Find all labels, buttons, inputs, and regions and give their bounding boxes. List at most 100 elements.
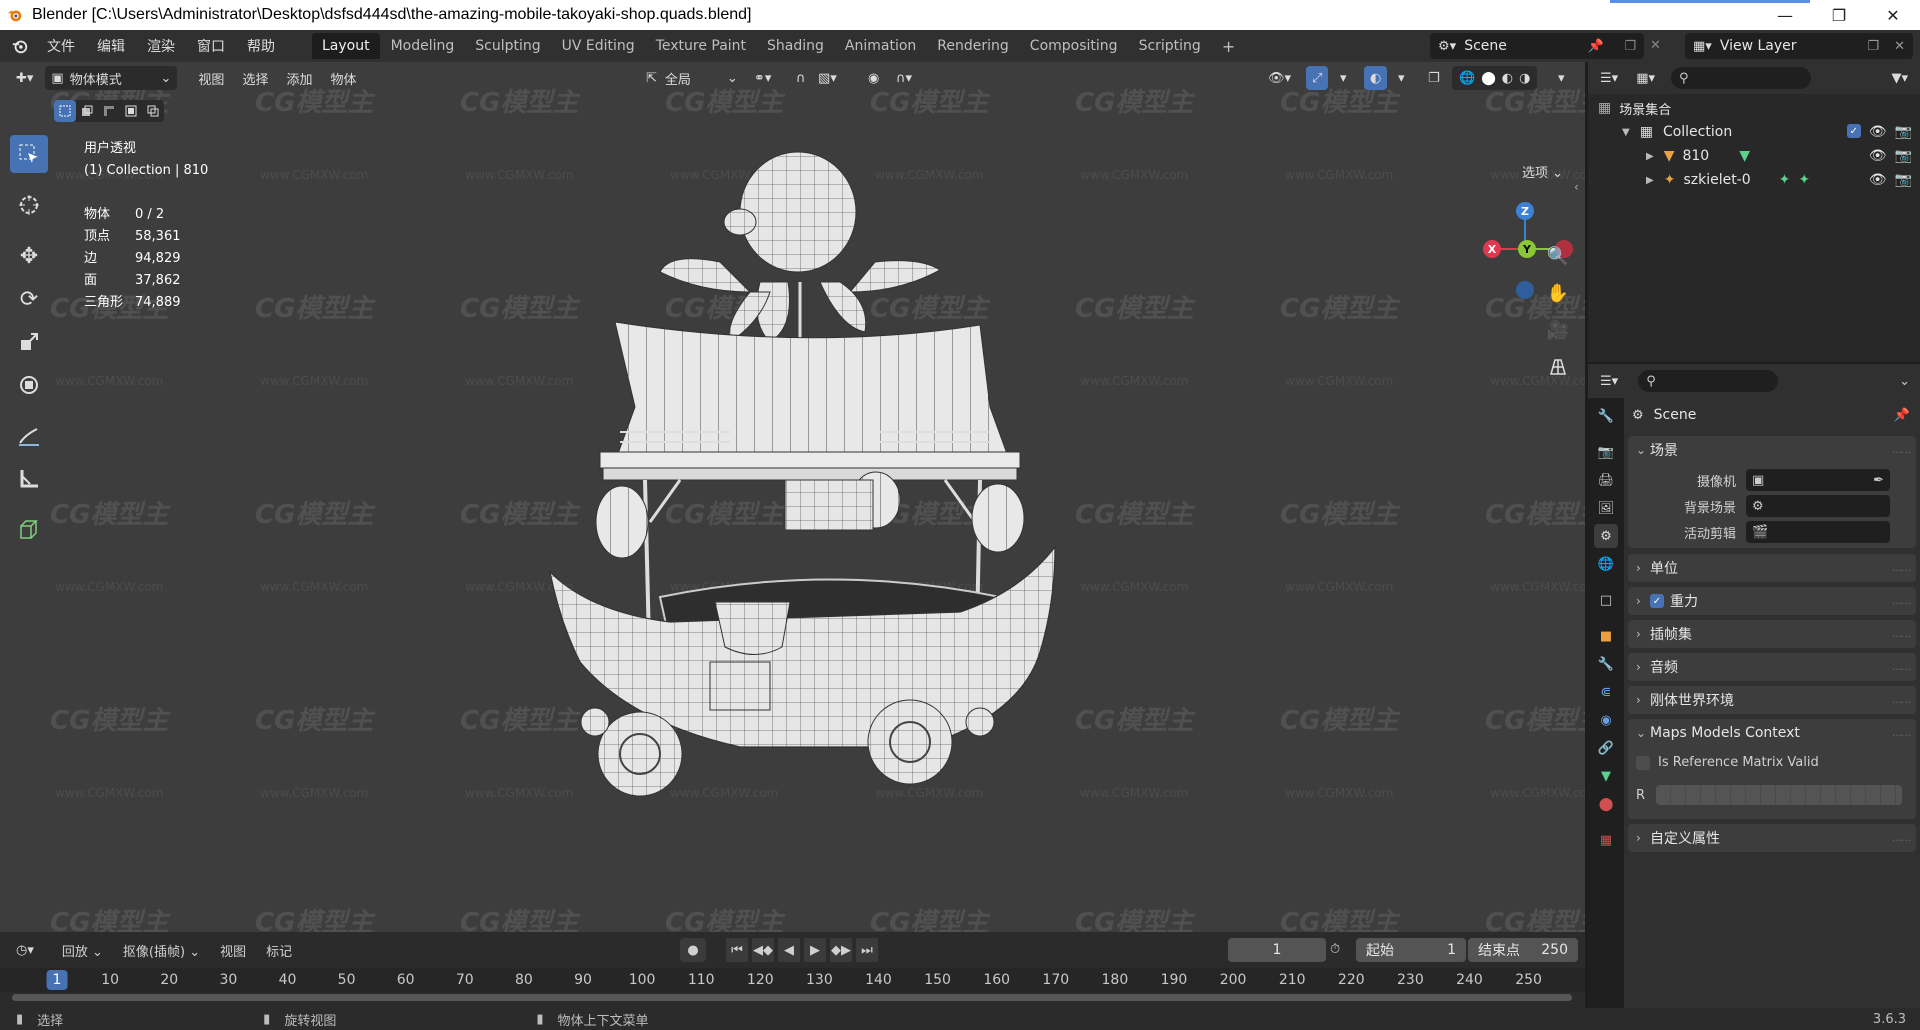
solid-shading-icon[interactable]: ⬤ bbox=[1481, 71, 1496, 86]
expand-icon[interactable]: ▶ bbox=[1646, 175, 1654, 186]
new-view-layer-icon[interactable]: ❐ bbox=[1867, 39, 1879, 54]
prev-keyframe-icon[interactable]: ◀◆ bbox=[752, 938, 774, 962]
timeline-menu-marker[interactable]: 标记 bbox=[256, 941, 302, 960]
rotate-icon[interactable]: ⟳ bbox=[10, 280, 48, 318]
view-layer-tab-icon[interactable]: 🖼 bbox=[1594, 496, 1618, 520]
pin-icon[interactable]: 📌 bbox=[1894, 408, 1910, 423]
play-reverse-icon[interactable]: ◀ bbox=[778, 938, 800, 962]
view-layer-selector[interactable]: ▦▾ View Layer ❐ ✕ bbox=[1685, 33, 1913, 59]
scene-tab-icon[interactable]: ⚙ bbox=[1594, 524, 1618, 548]
tab-animation[interactable]: Animation bbox=[835, 33, 926, 59]
rendered-shading-icon[interactable]: ◑ bbox=[1519, 71, 1530, 86]
output-tab-icon[interactable]: 🖨 bbox=[1594, 468, 1618, 492]
expand-icon[interactable]: ▶ bbox=[1646, 151, 1654, 162]
blender-menu-icon[interactable] bbox=[10, 36, 30, 56]
drag-handle-icon[interactable]: …… bbox=[1892, 728, 1911, 739]
camera-view-icon[interactable]: 🎥 bbox=[1542, 314, 1574, 346]
tab-compositing[interactable]: Compositing bbox=[1020, 33, 1128, 59]
texture-tab-icon[interactable]: ▦ bbox=[1594, 828, 1618, 852]
tab-sculpting[interactable]: Sculpting bbox=[465, 33, 550, 59]
rigid-body-panel[interactable]: › 刚体世界环境…… bbox=[1628, 686, 1916, 714]
object-tab-icon[interactable]: ■ bbox=[1594, 624, 1618, 648]
keying-sets-panel[interactable]: › 插帧集…… bbox=[1628, 620, 1916, 648]
select-new-icon[interactable] bbox=[54, 100, 76, 122]
custom-properties-panel[interactable]: › 自定义属性…… bbox=[1628, 824, 1916, 852]
gravity-checkbox[interactable]: ✓ bbox=[1650, 594, 1664, 608]
add-cube-icon[interactable] bbox=[10, 511, 48, 549]
move-icon[interactable]: ✥ bbox=[10, 237, 48, 275]
menu-window[interactable]: 窗口 bbox=[186, 36, 236, 56]
falloff-icon[interactable]: ∩▾ bbox=[890, 66, 918, 90]
end-frame-field[interactable]: 结束点 250 bbox=[1468, 938, 1578, 962]
play-icon[interactable]: ▶ bbox=[804, 938, 826, 962]
visibility-dropdown[interactable]: 👁▾ bbox=[1262, 66, 1297, 90]
physics-tab-icon[interactable]: ◉ bbox=[1594, 708, 1618, 732]
xray-toggle-icon[interactable]: ❐ bbox=[1422, 66, 1446, 90]
jump-end-icon[interactable]: ⏭ bbox=[856, 938, 878, 962]
particles-tab-icon[interactable]: ⋐ bbox=[1594, 680, 1618, 704]
gravity-panel[interactable]: › ✓ 重力…… bbox=[1628, 587, 1916, 615]
tab-rendering[interactable]: Rendering bbox=[927, 33, 1019, 59]
snap-target-icon[interactable]: ▧▾ bbox=[812, 66, 843, 90]
gizmo-toggle-icon[interactable]: ⤢ bbox=[1306, 66, 1329, 90]
outliner-scene-collection[interactable]: ▦ 场景集合 bbox=[1588, 96, 1920, 120]
tab-layout[interactable]: Layout bbox=[312, 33, 380, 59]
background-scene-field[interactable]: ⚙ bbox=[1746, 495, 1890, 517]
data-tab-icon[interactable]: ▼ bbox=[1594, 764, 1618, 788]
shading-dropdown-icon[interactable]: ▾ bbox=[1552, 66, 1571, 90]
select-subtract-icon[interactable] bbox=[98, 100, 120, 122]
add-workspace-button[interactable]: + bbox=[1212, 32, 1245, 61]
active-clip-field[interactable]: 🎬 bbox=[1746, 521, 1890, 543]
drag-handle-icon[interactable]: …… bbox=[1892, 445, 1911, 456]
current-frame-field[interactable]: 1 bbox=[1228, 938, 1326, 962]
pan-hand-icon[interactable]: ✋ bbox=[1542, 277, 1574, 309]
drag-handle-icon[interactable]: …… bbox=[1892, 662, 1911, 673]
perspective-toggle-icon[interactable] bbox=[1542, 351, 1574, 383]
current-frame-marker[interactable]: 1 bbox=[46, 970, 68, 990]
overlays-toggle-icon[interactable]: ◐ bbox=[1364, 66, 1388, 90]
jump-start-icon[interactable]: ⏮ bbox=[726, 938, 748, 962]
outliner-editor-type-button[interactable]: ☰▾ bbox=[1594, 66, 1624, 90]
outliner-row[interactable]: ▼ ▦ Collection ✓ 👁 📷 bbox=[1588, 120, 1920, 144]
tab-uv-editing[interactable]: UV Editing bbox=[552, 33, 645, 59]
annotate-icon[interactable] bbox=[10, 417, 48, 455]
outliner-search-input[interactable]: ⚲ bbox=[1671, 67, 1811, 89]
stopwatch-icon[interactable]: ⏱ bbox=[1330, 942, 1340, 957]
drag-handle-icon[interactable]: …… bbox=[1892, 695, 1911, 706]
measure-icon[interactable] bbox=[10, 460, 48, 498]
pin-icon[interactable]: 📌 bbox=[1588, 39, 1604, 54]
timeline-menu-playback[interactable]: 回放 ⌄ bbox=[52, 941, 113, 960]
3d-viewport[interactable]: CG模型主 www.CGMXW.com CG模型主 www.CGMXW.com CG模型… bbox=[0, 62, 1585, 932]
tab-texture-paint[interactable]: Texture Paint bbox=[646, 33, 756, 59]
cursor-icon[interactable] bbox=[10, 186, 48, 224]
select-invert-icon[interactable] bbox=[120, 100, 142, 122]
mode-dropdown[interactable]: ▣ 物体模式 ⌄ bbox=[45, 66, 178, 90]
camera-icon[interactable]: 📷 bbox=[1895, 172, 1912, 188]
select-box-icon[interactable] bbox=[10, 135, 48, 173]
timeline-menu-view[interactable]: 视图 bbox=[210, 941, 256, 960]
transform-orientation-dropdown[interactable]: ⇱ 全局 ⌄ bbox=[640, 66, 744, 90]
chevron-down-icon[interactable]: ⌄ bbox=[1899, 374, 1910, 389]
gizmo-dropdown-icon[interactable]: ▾ bbox=[1334, 66, 1353, 90]
viewport-menu-add[interactable]: 添加 bbox=[277, 69, 321, 88]
properties-editor-type-button[interactable]: ☰▾ bbox=[1594, 369, 1624, 393]
tab-shading[interactable]: Shading bbox=[757, 33, 834, 59]
tool-tab-icon[interactable]: 🔧 bbox=[1594, 404, 1618, 428]
timeline-editor-type-button[interactable]: ◷▾ bbox=[10, 938, 40, 962]
transform-icon[interactable] bbox=[10, 366, 48, 404]
pivot-point-button[interactable]: ⚭▾ bbox=[748, 66, 777, 90]
proportional-edit-icon[interactable]: ◉ bbox=[862, 66, 885, 90]
scene-selector[interactable]: ⚙▾ Scene 📌 ❐ bbox=[1430, 33, 1644, 59]
delete-scene-icon[interactable]: ✕ bbox=[1650, 38, 1661, 53]
restore-icon[interactable]: ❐ bbox=[1812, 0, 1866, 30]
record-icon[interactable]: ● bbox=[680, 938, 706, 962]
modifier-tab-icon[interactable]: 🔧 bbox=[1594, 652, 1618, 676]
timeline-ruler[interactable]: 1 10 20 30 40 50 60 70 80 90 100 110 120 130 140 150 160… bbox=[0, 968, 1585, 992]
menu-help[interactable]: 帮助 bbox=[236, 36, 286, 56]
start-frame-field[interactable]: 起始 1 bbox=[1356, 938, 1466, 962]
scene-panel-header[interactable]: ⌄ 场景 …… bbox=[1628, 436, 1916, 464]
editor-type-button[interactable]: ✚▾ bbox=[10, 66, 39, 90]
eyedropper-icon[interactable]: ✒ bbox=[1873, 473, 1884, 488]
material-tab-icon[interactable]: ⬤ bbox=[1594, 792, 1618, 816]
tab-modeling[interactable]: Modeling bbox=[381, 33, 465, 59]
